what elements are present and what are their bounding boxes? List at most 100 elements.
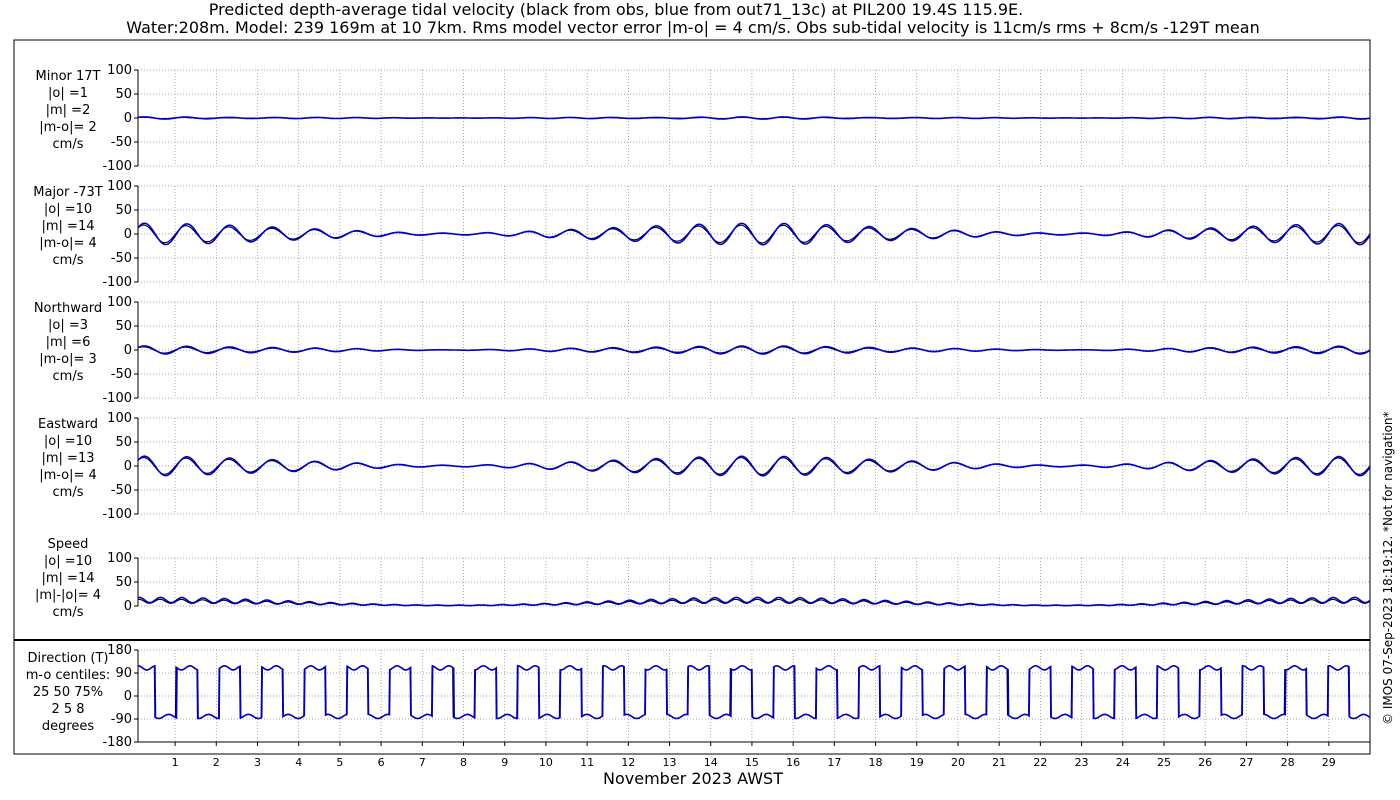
panel-label-line: 25 50 75%	[33, 685, 103, 700]
panel-label-line: cm/s	[53, 485, 84, 500]
x-tick-label: 1	[172, 756, 179, 769]
panel-label-line: |o| =10	[44, 202, 92, 217]
panel-label-line: |m| =14	[42, 219, 95, 234]
panel-label-line: |m| =13	[42, 451, 95, 466]
panel-label-line: |m|-|o|= 4	[35, 588, 101, 603]
panel-label-line: Eastward	[38, 417, 98, 432]
y-tick-label: -50	[111, 483, 132, 498]
x-tick-label: 19	[910, 756, 924, 769]
y-tick-label: -100	[102, 275, 132, 290]
x-tick-label: 4	[295, 756, 302, 769]
y-tick-label: 100	[107, 411, 132, 426]
x-tick-label: 11	[580, 756, 594, 769]
y-tick-label: 100	[107, 551, 132, 566]
panel-label-line: cm/s	[53, 605, 84, 620]
x-axis: 1 2 3 4 5 6 7 8 9 10 11 12 13 14 15 16 17 18 19 20 21 22 23 24 2…	[138, 741, 1370, 769]
x-tick-label: 25	[1157, 756, 1171, 769]
y-tick-label: 50	[115, 319, 132, 334]
panel-label-line: |m-o|= 2	[39, 120, 97, 135]
x-tick-label: 3	[254, 756, 261, 769]
y-tick-label: 180	[107, 643, 132, 658]
x-tick-label: 21	[992, 756, 1006, 769]
panel-label-line: |m-o|= 4	[39, 468, 97, 483]
panel-label-line: |m| =14	[42, 571, 95, 586]
x-tick-label: 7	[419, 756, 426, 769]
copyright-credit: © IMOS 07-Sep-2023 18:19:12. *Not for na…	[1381, 411, 1395, 725]
panel-label-line: Speed	[48, 537, 89, 552]
y-tick-label: -100	[102, 507, 132, 522]
x-tick-label: 23	[1075, 756, 1089, 769]
panel-label-line: degrees	[42, 719, 95, 734]
panel-label-line: |o| =10	[44, 434, 92, 449]
panel-label-line: |m-o|= 3	[39, 352, 97, 367]
y-tick-label: 50	[115, 575, 132, 590]
y-tick-label: 0	[124, 689, 132, 704]
x-axis-label: November 2023 AWST	[603, 769, 783, 788]
y-tick-label: 100	[107, 295, 132, 310]
panel-label-line: |m| =2	[46, 103, 91, 118]
x-tick-label: 24	[1116, 756, 1130, 769]
x-tick-label: 22	[1033, 756, 1047, 769]
x-tick-label: 2	[213, 756, 220, 769]
x-tick-label: 14	[704, 756, 718, 769]
x-tick-label: 13	[663, 756, 677, 769]
x-tick-label: 17	[827, 756, 841, 769]
x-tick-label: 6	[378, 756, 385, 769]
panel-label-line: 2 5 8	[51, 702, 84, 717]
panel-label-line: Northward	[34, 301, 102, 316]
x-tick-label: 26	[1198, 756, 1212, 769]
x-tick-label: 16	[786, 756, 800, 769]
series-model-line	[137, 596, 1371, 607]
y-tick-label: -50	[111, 135, 132, 150]
x-tick-label: 20	[951, 756, 965, 769]
series-model-line	[138, 116, 1371, 120]
y-tick-label: 50	[115, 203, 132, 218]
panel-label-line: |o| =3	[48, 318, 88, 333]
y-tick-label: -90	[111, 712, 132, 727]
panel-east: 100 50 0 -50 -100 Eastward |o| =10 |m| =13 |m-o|…	[38, 411, 1371, 522]
y-tick-label: 0	[124, 343, 132, 358]
panel-label-line: cm/s	[53, 137, 84, 152]
y-tick-label: -180	[102, 735, 132, 750]
panel-speed: 100 50 0 Speed |o| =10 |m| =14 |m|-|o|= 4 cm/s	[35, 537, 1371, 620]
y-tick-label: 100	[107, 179, 132, 194]
x-tick-label: 9	[501, 756, 508, 769]
panel-label-line: Direction (T)	[28, 651, 109, 666]
tidal-velocity-figure: Predicted depth-average tidal velocity (…	[13, 0, 1395, 788]
x-tick-label: 29	[1322, 756, 1336, 769]
x-tick-label: 8	[460, 756, 467, 769]
x-tick-label: 5	[336, 756, 343, 769]
figure-frame	[13, 39, 1371, 755]
y-tick-label: 0	[124, 599, 132, 614]
x-tick-label: 27	[1239, 756, 1253, 769]
panel-label-line: |o| =1	[48, 86, 88, 101]
x-tick-label: 28	[1281, 756, 1295, 769]
y-tick-label: 0	[124, 227, 132, 242]
panel-direction: 180 90 0 -90 -180 Direction (T) m-o centiles: 2…	[26, 643, 1371, 750]
series-model-line	[137, 664, 1371, 720]
y-tick-label: -100	[102, 159, 132, 174]
x-tick-label: 15	[745, 756, 759, 769]
y-tick-label: -100	[102, 391, 132, 406]
y-tick-label: 50	[115, 87, 132, 102]
panel-label-line: |m-o|= 4	[39, 236, 97, 251]
y-tick-label: 90	[115, 666, 132, 681]
panel-label-line: cm/s	[53, 253, 84, 268]
x-tick-label: 18	[869, 756, 883, 769]
series-obs-line	[137, 665, 1371, 720]
panel-label-line: |o| =10	[44, 554, 92, 569]
y-tick-label: -50	[111, 251, 132, 266]
chart-title-line2: Water:208m. Model: 239 169m at 10 7km. R…	[126, 18, 1259, 37]
panel-major: 100 50 0 -50 -100 Major -73T |o| =10 |m| =14 |m-…	[33, 179, 1371, 290]
y-tick-label: 0	[124, 111, 132, 126]
panel-label-line: cm/s	[53, 369, 84, 384]
y-tick-label: 0	[124, 459, 132, 474]
y-tick-label: 100	[107, 63, 132, 78]
x-tick-label: 10	[539, 756, 553, 769]
panel-north: 100 50 0 -50 -100 Northward |o| =3 |m| =6 |m-o|=…	[34, 295, 1371, 406]
y-tick-label: -50	[111, 367, 132, 382]
panel-label-line: m-o centiles:	[26, 668, 111, 683]
chart-title-line1: Predicted depth-average tidal velocity (…	[209, 0, 1024, 20]
panel-label-line: Minor 17T	[36, 69, 101, 84]
panels-group: 100 50 0 -50 -100 Minor 17T |o| =1 |m| =2 |m-o|=…	[26, 63, 1371, 750]
